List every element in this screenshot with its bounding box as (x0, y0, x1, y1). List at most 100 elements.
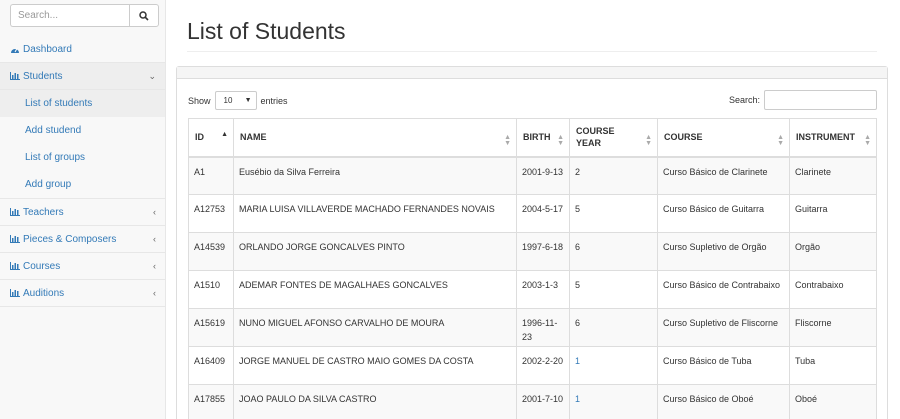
cell-course-year: 6 (569, 232, 658, 271)
column-header-instrument[interactable]: INSTRUMENT ▲ ▼ (789, 118, 877, 158)
cell-id: A14539 (188, 232, 234, 271)
submenu-item-list-of-groups[interactable]: List of groups (0, 144, 165, 171)
cell-name: MARIA LUISA VILLAVERDE MACHADO FERNANDES… (233, 194, 517, 233)
cell-course-year: 6 (569, 308, 658, 347)
sidebar-item-teachers[interactable]: Teachers ‹ (0, 199, 165, 226)
course-year-value: 1 (575, 394, 581, 404)
column-header-name[interactable]: NAME ▲ ▼ (233, 118, 517, 158)
cell-course: Curso Supletivo de Orgão (657, 232, 790, 271)
sidebar-item-label: Courses (23, 260, 61, 272)
search-label: Search: (728, 95, 760, 105)
cell-name: ADEMAR FONTES DE MAGALHAES GONCALVES (233, 270, 517, 309)
cell-course: Curso Básico de Contrabaixo (657, 270, 790, 309)
column-header-label: INSTRUMENT (796, 132, 855, 143)
bar-chart-icon (10, 72, 21, 81)
page-title: List of Students (187, 18, 346, 44)
cell-course-year: 2 (569, 156, 658, 195)
cell-id: A1 (188, 156, 234, 195)
table-row[interactable]: A12753 MARIA LUISA VILLAVERDE MACHADO FE… (188, 194, 877, 233)
cell-id: A1510 (188, 270, 234, 309)
sort-both-icon: ▲ ▼ (864, 133, 871, 147)
show-label: Show (188, 95, 211, 106)
sort-both-icon: ▲ ▼ (777, 133, 784, 147)
cell-course-year: 1 (569, 346, 658, 385)
chevron-down-icon: ⌄ (148, 71, 156, 81)
cell-instrument: Tuba (789, 346, 877, 385)
sidebar: Dashboard Students ⌄ List of students Ad… (0, 0, 166, 419)
submenu-item-add-group[interactable]: Add group (0, 171, 165, 198)
caret-down-icon: ▼ (244, 97, 252, 104)
cell-birth: 1996-11-23 (516, 308, 570, 347)
chevron-left-icon: ‹ (153, 207, 156, 217)
column-header-birth[interactable]: BIRTH ▲ ▼ (516, 118, 570, 158)
students-panel: Show 10 ▼ entries Search: ID ▲ NAME ▲ ▼ … (176, 66, 888, 419)
table-row[interactable]: A16409 JORGE MANUEL DE CASTRO MAIO GOMES… (188, 346, 877, 385)
panel-heading (177, 67, 887, 79)
cell-birth: 2003-1-3 (516, 270, 570, 309)
table-row[interactable]: A15619 NUNO MIGUEL AFONSO CARVALHO DE MO… (188, 308, 877, 347)
cell-birth: 2001-9-13 (516, 156, 570, 195)
sidebar-nav: Dashboard Students ⌄ List of students Ad… (0, 36, 165, 307)
sidebar-item-label: Pieces & Composers (23, 233, 117, 245)
cell-instrument: Clarinete (789, 156, 877, 195)
cell-instrument: Contrabaixo (789, 270, 877, 309)
submenu-item-add-student[interactable]: Add studend (0, 117, 165, 144)
entries-label: entries (260, 95, 288, 106)
sidebar-item-auditions[interactable]: Auditions ‹ (0, 280, 165, 307)
chevron-left-icon: ‹ (153, 234, 156, 244)
cell-id: A12753 (188, 194, 234, 233)
submenu-item-list-of-students[interactable]: List of students (0, 90, 165, 117)
table-filter: Search: (729, 90, 877, 110)
page-length-value: 10 (223, 96, 233, 105)
column-header-label: NAME (240, 132, 267, 143)
cell-course-year: 1 (569, 384, 658, 419)
cell-name: NUNO MIGUEL AFONSO CARVALHO DE MOURA (233, 308, 517, 347)
sidebar-item-students[interactable]: Students ⌄ (0, 63, 165, 90)
table-search-input[interactable] (764, 90, 877, 110)
search-input[interactable] (10, 4, 129, 27)
table-row[interactable]: A14539 ORLANDO JORGE GONCALVES PINTO 199… (188, 232, 877, 271)
sidebar-search (10, 4, 159, 27)
title-divider (187, 51, 877, 52)
bar-chart-icon (10, 208, 21, 217)
cell-birth: 1997-6-18 (516, 232, 570, 271)
cell-birth: 2001-7-10 (516, 384, 570, 419)
course-year-value: 1 (575, 356, 581, 366)
sidebar-item-label: Dashboard (23, 43, 72, 55)
table-header-row: ID ▲ NAME ▲▼ BIRTH ▲▼ COURSE YEAR ▲▼ (188, 118, 877, 158)
column-header-course-year[interactable]: COURSE YEAR ▲ ▼ (569, 118, 658, 158)
cell-id: A15619 (188, 308, 234, 347)
column-header-course[interactable]: COURSE ▲ ▼ (657, 118, 790, 158)
table-row[interactable]: A1 Eusébio da Silva Ferreira 2001-9-13 2… (188, 156, 877, 195)
page-length-select[interactable]: 10 ▼ (214, 91, 257, 110)
cell-instrument: Guitarra (789, 194, 877, 233)
column-header-label: COURSE (664, 132, 703, 143)
sidebar-item-courses[interactable]: Courses ‹ (0, 253, 165, 280)
column-header-label: COURSE YEAR (576, 126, 615, 149)
bar-chart-icon (10, 289, 21, 298)
sidebar-item-dashboard[interactable]: Dashboard (0, 36, 165, 63)
cell-birth: 2002-2-20 (516, 346, 570, 385)
cell-id: A17855 (188, 384, 234, 419)
students-table: ID ▲ NAME ▲▼ BIRTH ▲▼ COURSE YEAR ▲▼ (188, 118, 877, 419)
chevron-left-icon: ‹ (153, 261, 156, 271)
cell-name: JORGE MANUEL DE CASTRO MAIO GOMES DA COS… (233, 346, 517, 385)
dashboard-icon (10, 45, 21, 54)
sidebar-item-label: Teachers (23, 206, 64, 218)
table-row[interactable]: A17855 JOAO PAULO DA SILVA CASTRO 2001-7… (188, 384, 877, 419)
cell-instrument: Orgão (789, 232, 877, 271)
bar-chart-icon (10, 262, 21, 271)
cell-name: Eusébio da Silva Ferreira (233, 156, 517, 195)
cell-name: ORLANDO JORGE GONCALVES PINTO (233, 232, 517, 271)
table-row[interactable]: A1510 ADEMAR FONTES DE MAGALHAES GONCALV… (188, 270, 877, 309)
cell-course-year: 5 (569, 270, 658, 309)
cell-course-year: 5 (569, 194, 658, 233)
sort-ascending-icon: ▲ (221, 130, 228, 138)
sort-both-icon: ▲ ▼ (504, 133, 511, 147)
search-button[interactable] (129, 4, 159, 27)
column-header-id[interactable]: ID ▲ (188, 118, 234, 158)
sidebar-item-pieces-composers[interactable]: Pieces & Composers ‹ (0, 226, 165, 253)
search-icon (139, 10, 149, 21)
sidebar-item-label: Students (23, 70, 63, 82)
cell-birth: 2004-5-17 (516, 194, 570, 233)
